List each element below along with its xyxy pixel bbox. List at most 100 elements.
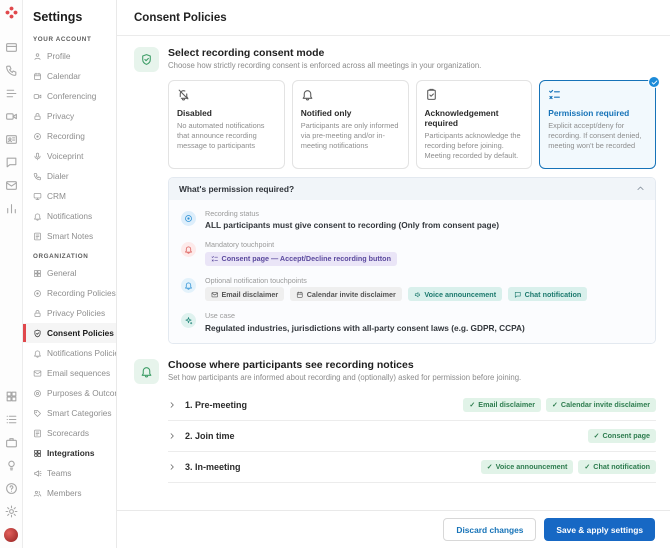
sidebar-item-notifications-policies[interactable]: Notifications Policies [23, 343, 116, 363]
insights-icon[interactable] [5, 459, 18, 472]
consent-policies-content: Select recording consent mode Choose how… [117, 36, 670, 510]
tasks-icon[interactable] [5, 413, 18, 426]
consent-card-acknowledgement-required[interactable]: Acknowledgement required Participants ac… [416, 80, 533, 169]
sidebar-item-label: Dialer [47, 171, 69, 181]
row-label: Mandatory touchpoint [205, 240, 397, 249]
user-avatar[interactable] [4, 528, 18, 542]
permission-info-panel: What's permission required? Recording st… [168, 177, 656, 344]
sidebar-item-general[interactable]: General [23, 263, 116, 283]
activity-icon[interactable] [5, 87, 18, 100]
apps-icon[interactable] [5, 390, 18, 403]
section-label-organization: ORGANIZATION [33, 253, 116, 260]
sidebar-item-smart-notes[interactable]: Smart Notes [23, 226, 116, 246]
accordion-row-pre-meeting[interactable]: 1. Pre-meeting ✓Email disclaimer ✓Calend… [168, 390, 656, 420]
sidebar-item-label: CRM [47, 191, 66, 201]
meetings-icon[interactable] [5, 110, 18, 123]
row-label: Recording status [205, 209, 499, 218]
bell-icon [33, 349, 42, 358]
sidebar-item-label: Voiceprint [47, 151, 83, 161]
sidebar-item-label: Teams [47, 468, 71, 478]
user-icon [33, 52, 42, 61]
sidebar-item-privacy[interactable]: Privacy [23, 106, 116, 126]
consent-card-disabled[interactable]: Disabled No automated notifications that… [168, 80, 285, 169]
sidebar-item-notifications[interactable]: Notifications [23, 206, 116, 226]
sidebar-item-email-sequences[interactable]: Email sequences [23, 363, 116, 383]
row-label: Optional notification touchpoints [205, 276, 587, 285]
row-label: Use case [205, 311, 525, 320]
permission-panel-toggle[interactable]: What's permission required? [169, 178, 655, 200]
chat-notification-chip: Chat notification [508, 287, 587, 301]
card-title: Permission required [548, 108, 647, 118]
sidebar-item-teams[interactable]: Teams [23, 463, 116, 483]
target-icon [33, 389, 42, 398]
card-description: Explicit accept/deny for recording. If c… [548, 121, 647, 151]
discard-changes-button[interactable]: Discard changes [443, 518, 536, 541]
sidebar-item-label: Notifications Policies [47, 348, 117, 358]
mail-icon[interactable] [5, 179, 18, 192]
analytics-icon[interactable] [5, 202, 18, 215]
settings-gear-icon[interactable] [5, 505, 18, 518]
clipboard-check-icon [425, 88, 524, 101]
sidebar-item-recording-policies[interactable]: Recording Policies [23, 283, 116, 303]
settings-app: Settings YOUR ACCOUNT Profile Calendar C… [0, 0, 670, 548]
selected-check-badge [648, 76, 660, 88]
chevron-right-icon [168, 432, 176, 440]
speaker-icon [414, 291, 422, 299]
consent-card-permission-required[interactable]: Permission required Explicit accept/deny… [539, 80, 656, 169]
accordion-row-join-time[interactable]: 2. Join time ✓Consent page [168, 421, 656, 451]
main-panel: Consent Policies Select recording consen… [117, 0, 670, 548]
contacts-icon[interactable] [5, 133, 18, 146]
bell-icon [134, 359, 159, 384]
note-icon [33, 232, 42, 241]
card-title: Acknowledgement required [425, 108, 524, 128]
sidebar-item-voiceprint[interactable]: Voiceprint [23, 146, 116, 166]
app-logo-icon[interactable] [4, 5, 19, 20]
sidebar-item-members[interactable]: Members [23, 483, 116, 503]
section-subtitle: Choose how strictly recording consent is… [168, 61, 481, 70]
section-label-your-account: YOUR ACCOUNT [33, 36, 116, 43]
workspace-icon[interactable] [5, 436, 18, 449]
sidebar-item-label: Privacy [47, 111, 74, 121]
voice-announcement-badge: ✓Voice announcement [481, 460, 574, 474]
chevron-right-icon [168, 463, 176, 471]
optional-touchpoints-row: Optional notification touchpoints Email … [181, 276, 643, 302]
puzzle-icon [33, 449, 42, 458]
sidebar-item-label: Smart Categories [47, 408, 112, 418]
bell-slash-icon [177, 88, 276, 101]
sidebar-item-profile[interactable]: Profile [23, 46, 116, 66]
phone-icon[interactable] [5, 64, 18, 77]
sidebar-item-privacy-policies[interactable]: Privacy Policies [23, 303, 116, 323]
save-apply-settings-button[interactable]: Save & apply settings [544, 518, 655, 541]
accordion-row-in-meeting[interactable]: 3. In-meeting ✓Voice announcement ✓Chat … [168, 452, 656, 482]
record-icon [33, 132, 42, 141]
inbox-icon[interactable] [5, 41, 18, 54]
consent-card-notified-only[interactable]: Notified only Participants are only info… [292, 80, 409, 169]
sidebar-item-consent-policies[interactable]: Consent Policies [23, 323, 116, 343]
sidebar-item-dialer[interactable]: Dialer [23, 166, 116, 186]
tag-icon [33, 409, 42, 418]
calendar-invite-disclaimer-badge: ✓Calendar invite disclaimer [546, 398, 656, 412]
calendar-icon [296, 291, 304, 299]
sidebar-item-calendar[interactable]: Calendar [23, 66, 116, 86]
sidebar-item-smart-categories[interactable]: Smart Categories [23, 403, 116, 423]
sidebar-item-label: Scorecards [47, 428, 89, 438]
phone-icon [33, 172, 42, 181]
calendar-icon [33, 72, 42, 81]
sidebar-item-conferencing[interactable]: Conferencing [23, 86, 116, 106]
card-title: Notified only [301, 108, 400, 118]
sidebar-item-recording[interactable]: Recording [23, 126, 116, 146]
sparkle-icon [181, 313, 196, 328]
settings-sidebar: Settings YOUR ACCOUNT Profile Calendar C… [23, 0, 117, 548]
sidebar-item-label: Purposes & Outcomes [47, 388, 117, 398]
sidebar-item-purposes-outcomes[interactable]: Purposes & Outcomes [23, 383, 116, 403]
use-case-row: Use case Regulated industries, jurisdict… [181, 311, 643, 333]
chat-icon[interactable] [5, 156, 18, 169]
sidebar-item-crm[interactable]: CRM [23, 186, 116, 206]
sidebar-item-scorecards[interactable]: Scorecards [23, 423, 116, 443]
divider [168, 482, 656, 483]
sidebar-item-integrations[interactable]: Integrations [23, 443, 116, 463]
bell-icon [181, 278, 196, 293]
email-disclaimer-chip: Email disclaimer [205, 287, 284, 301]
help-icon[interactable] [5, 482, 18, 495]
section-title: Choose where participants see recording … [168, 359, 521, 371]
